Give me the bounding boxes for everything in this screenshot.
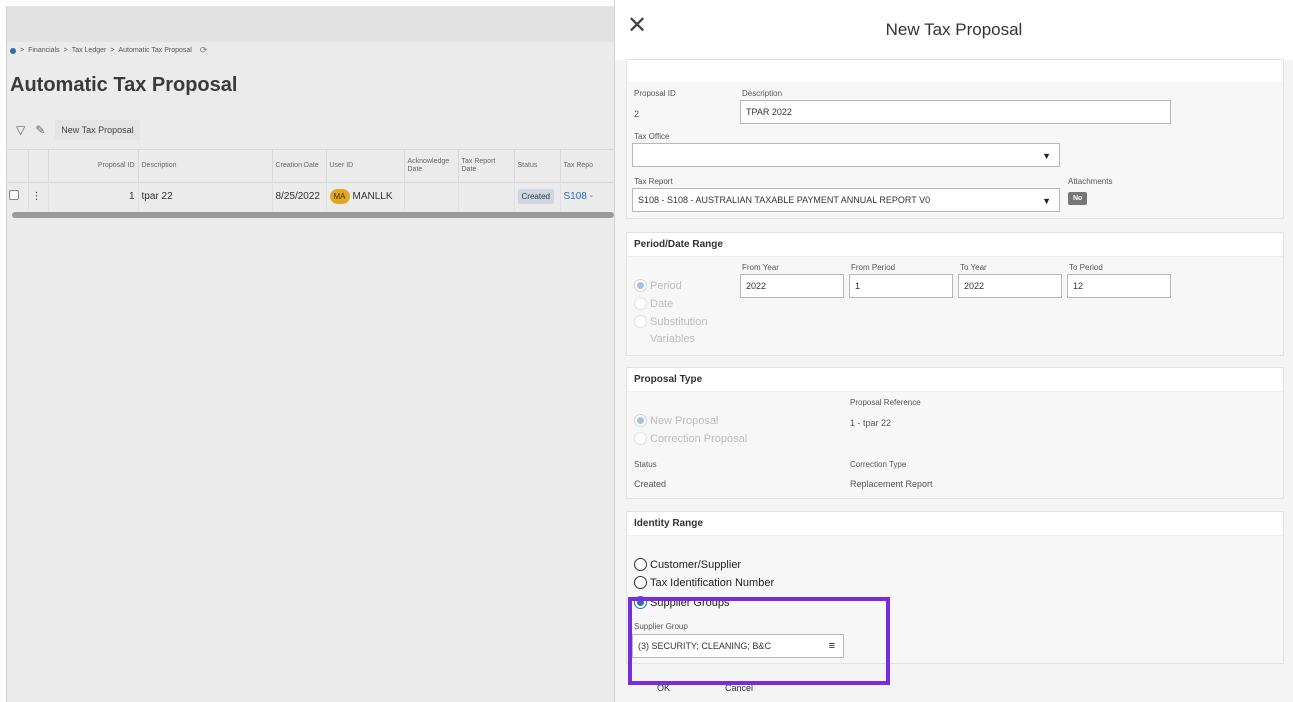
select-all-header[interactable] <box>6 149 29 183</box>
radio-button-icon <box>634 297 647 310</box>
breadcrumb-financials[interactable]: Financials <box>28 47 60 54</box>
new-tax-proposal-button[interactable]: New Tax Proposal <box>55 120 140 140</box>
proposal-table: Proposal ID Description Creation Date Us… <box>6 149 615 211</box>
column-header-status[interactable]: Status <box>514 149 561 183</box>
toolbar: ▽ ✎ New Tax Proposal <box>16 120 140 140</box>
tax-report-label: Tax Report <box>634 177 673 186</box>
radio-substitution-variables[interactable]: Substitution <box>634 315 707 328</box>
status-label: Status <box>634 460 657 469</box>
horizontal-scrollbar[interactable] <box>12 212 614 218</box>
radio-substitution-variables-label-line2: Variables <box>650 333 696 345</box>
period-date-range-section: Period/Date Range From Year 2022 From Pe… <box>626 232 1284 356</box>
radio-button-icon <box>634 432 647 445</box>
edit-icon[interactable]: ✎ <box>35 123 45 137</box>
cell-status: Created <box>514 182 561 211</box>
proposal-reference-label: Proposal Reference <box>850 398 921 407</box>
radio-date[interactable]: Date <box>634 297 673 310</box>
from-period-label: From Period <box>851 263 896 272</box>
status-value: Created <box>634 479 667 489</box>
row-checkbox[interactable] <box>9 190 19 201</box>
tax-report-value: S108 - S108 - AUSTRALIAN TAXABLE PAYMENT… <box>638 195 931 205</box>
radio-new-proposal[interactable]: New Proposal <box>634 414 718 427</box>
panel-header: ✕ New Tax Proposal <box>615 0 1293 60</box>
radio-button-icon <box>634 558 647 571</box>
column-header-creation-date[interactable]: Creation Date <box>272 149 327 183</box>
cell-description: tpar 22 <box>138 182 273 211</box>
proposal-id-value: 2 <box>634 109 640 119</box>
breadcrumb-tax-ledger[interactable]: Tax Ledger <box>72 47 107 54</box>
status-badge: Created <box>517 189 554 205</box>
radio-button-icon <box>634 576 647 589</box>
list-icon[interactable]: ≡ <box>829 640 835 652</box>
from-period-field[interactable]: 1 <box>849 274 953 298</box>
tax-report-select[interactable]: S108 - S108 - AUSTRALIAN TAXABLE PAYMENT… <box>632 188 1060 212</box>
column-header-tax-report[interactable]: Tax Repo <box>560 149 615 183</box>
correction-type-label: Correction Type <box>850 460 907 469</box>
chevron-down-icon: ▼ <box>1042 196 1051 206</box>
to-period-field[interactable]: 12 <box>1067 274 1171 298</box>
cell-proposal-id: 1 <box>48 182 139 211</box>
supplier-group-field[interactable]: (3) SECURITY; CLEANING; B&C ≡ <box>632 634 844 658</box>
section-title: Period/Date Range <box>627 233 1283 257</box>
supplier-group-label: Supplier Group <box>634 622 688 631</box>
avatar: MA <box>329 189 350 205</box>
cell-acknowledge-date <box>404 182 459 211</box>
tax-office-select[interactable]: ▼ <box>632 143 1060 167</box>
from-year-field[interactable]: 2022 <box>740 274 844 298</box>
section-title: Proposal Type <box>627 368 1283 392</box>
proposal-type-section: Proposal Type New Proposal Correction Pr… <box>626 367 1284 499</box>
background-page <box>6 6 614 702</box>
radio-button-icon <box>634 315 647 328</box>
radio-button-icon <box>634 596 647 609</box>
attachments-label: Attachments <box>1068 177 1113 186</box>
tax-office-label: Tax Office <box>634 132 670 141</box>
column-header-user-id[interactable]: User ID <box>326 149 405 183</box>
tax-report-link[interactable]: S108 - <box>564 191 593 202</box>
cancel-button[interactable]: Cancel <box>725 683 753 693</box>
filter-icon[interactable]: ▽ <box>16 123 25 137</box>
radio-customer-supplier[interactable]: Customer/Supplier <box>634 558 741 571</box>
panel-title: New Tax Proposal <box>885 20 1023 39</box>
proposal-reference-value: 1 - tpar 22 <box>850 418 892 428</box>
from-year-label: From Year <box>742 263 779 272</box>
table-row[interactable]: ⋮ 1 tpar 22 8/25/2022 MA MANLLK Created S… <box>6 182 615 211</box>
breadcrumb: > Financials > Tax Ledger > Automatic Ta… <box>10 45 207 56</box>
radio-supplier-groups[interactable]: Supplier Groups <box>634 596 730 609</box>
cell-tax-report-date <box>458 182 515 211</box>
table-header-row: Proposal ID Description Creation Date Us… <box>6 149 615 183</box>
column-header-description[interactable]: Description <box>138 149 273 183</box>
radio-button-icon <box>634 414 647 427</box>
user-id-text: MANLLK <box>352 191 393 203</box>
proposal-id-label: Proposal ID <box>634 89 676 98</box>
description-field[interactable]: TPAR 2022 <box>740 100 1171 124</box>
chevron-down-icon: ▼ <box>1042 151 1051 161</box>
general-section: Proposal ID 2 Description TPAR 2022 Tax … <box>626 59 1284 219</box>
refresh-icon[interactable]: ⟳ <box>200 45 208 56</box>
cell-user-id: MA MANLLK <box>326 182 405 211</box>
attachments-badge[interactable]: No <box>1068 192 1088 205</box>
description-label: Description <box>742 89 783 98</box>
identity-range-section: Identity Range Customer/Supplier Tax Ide… <box>626 511 1284 664</box>
column-header-acknowledge-date[interactable]: Acknowledge Date <box>404 149 459 183</box>
to-year-field[interactable]: 2022 <box>958 274 1062 298</box>
top-band <box>7 6 614 42</box>
radio-button-icon <box>634 279 647 292</box>
radio-correction-proposal[interactable]: Correction Proposal <box>634 432 747 445</box>
ok-button[interactable]: OK <box>657 683 670 693</box>
radio-period[interactable]: Period <box>634 279 682 292</box>
page-title: Automatic Tax Proposal <box>10 74 238 96</box>
radio-tax-identification-number[interactable]: Tax Identification Number <box>634 576 774 589</box>
to-period-label: To Period <box>1069 263 1103 272</box>
correction-type-value: Replacement Report <box>850 479 933 489</box>
breadcrumb-automatic-tax-proposal[interactable]: Automatic Tax Proposal <box>118 47 191 54</box>
home-icon[interactable] <box>10 47 16 54</box>
row-menu-icon[interactable]: ⋮ <box>28 182 49 211</box>
cell-creation-date: 8/25/2022 <box>272 182 327 211</box>
column-header-tax-report-date[interactable]: Tax Report Date <box>458 149 515 183</box>
cell-tax-report[interactable]: S108 - <box>560 182 615 211</box>
to-year-label: To Year <box>960 263 987 272</box>
column-header-proposal-id[interactable]: Proposal ID <box>48 149 139 183</box>
new-tax-proposal-panel: ✕ New Tax Proposal Proposal ID 2 Descrip… <box>614 0 1293 702</box>
section-title: Identity Range <box>627 512 1283 536</box>
